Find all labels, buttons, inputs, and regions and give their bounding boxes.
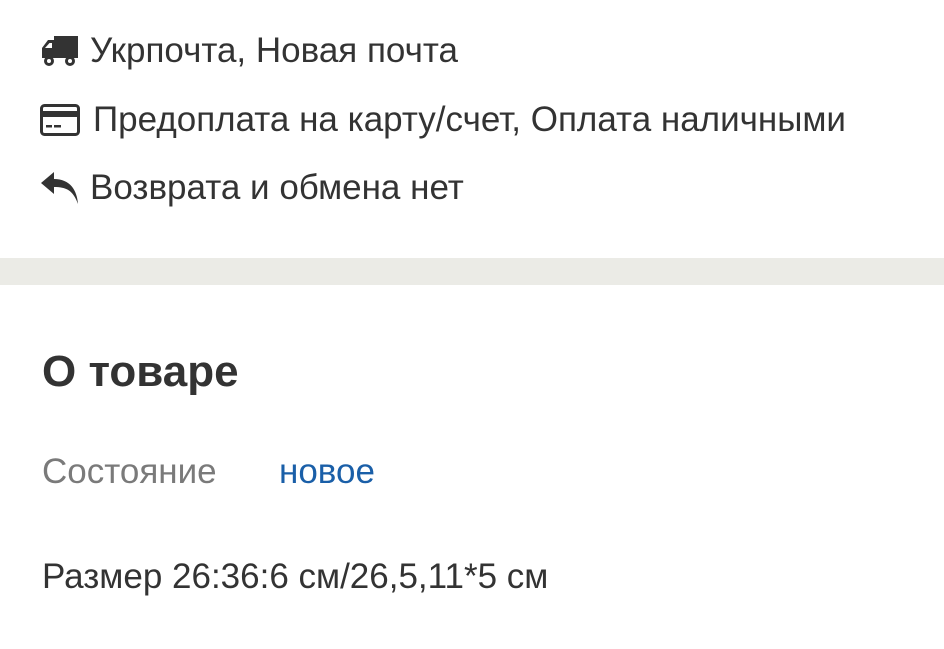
- truck-icon: [40, 31, 80, 71]
- product-description: Размер 26:36:6 см/26,5,11*5 см: [42, 557, 549, 596]
- payment-row: Предоплата на карту/счет, Оплата наличны…: [40, 100, 846, 140]
- payment-methods: Предоплата на карту/счет, Оплата наличны…: [93, 100, 846, 139]
- return-policy: Возврата и обмена нет: [90, 168, 464, 207]
- shipping-methods: Укрпочта, Новая почта: [90, 31, 458, 70]
- condition-label: Состояние: [42, 452, 217, 491]
- reply-arrow-icon: [40, 168, 80, 208]
- section-title: О товаре: [42, 347, 239, 396]
- credit-card-icon: [40, 100, 80, 140]
- condition-value-link[interactable]: новое: [279, 452, 375, 492]
- shipping-row: Укрпочта, Новая почта: [40, 31, 458, 71]
- delivery-payment-info: Укрпочта, Новая почта Предоплата на карт…: [0, 0, 944, 258]
- about-product-section: О товаре Состояние новое Размер 26:36:6 …: [0, 285, 944, 649]
- section-divider: [0, 258, 944, 285]
- return-policy-row: Возврата и обмена нет: [40, 168, 464, 208]
